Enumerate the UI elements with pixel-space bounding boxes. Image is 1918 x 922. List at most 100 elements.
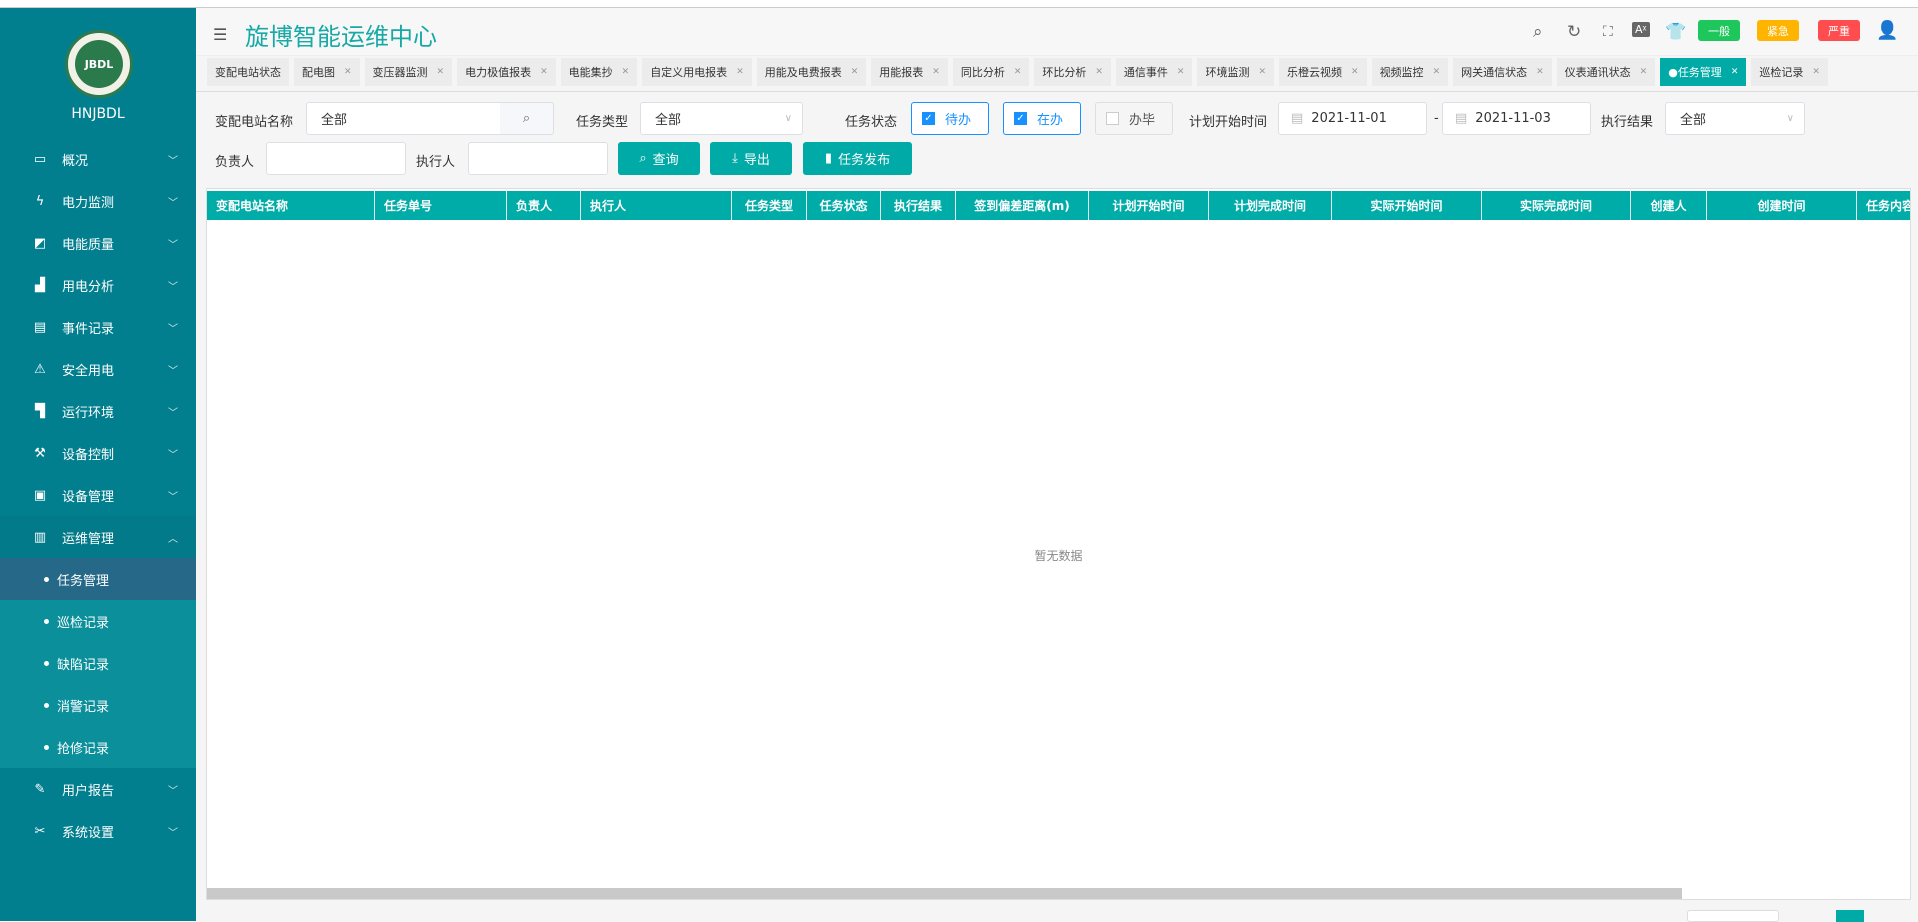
close-icon[interactable]: ✕ <box>1351 67 1359 77</box>
column-header[interactable]: 变配电站名称 <box>207 191 375 220</box>
tab-电能集抄[interactable]: 电能集抄 ✕ <box>560 58 638 86</box>
translate-icon[interactable]: Aᵡ <box>1632 22 1650 37</box>
export-button[interactable]: ⤓ 导出 <box>710 142 792 175</box>
sidebar-item-设备控制[interactable]: ⚒ 设备控制 ﹀ <box>0 432 196 474</box>
sidebar-item-运维管理[interactable]: ▥ 运维管理 ︿ <box>0 516 196 558</box>
tab-用能报表[interactable]: 用能报表 ✕ <box>871 58 948 86</box>
column-header[interactable]: 任务类型 <box>732 191 807 220</box>
sidebar-item-用户报告[interactable]: ✎ 用户报告 ﹀ <box>0 768 196 810</box>
sidebar-item-设备管理[interactable]: ▣ 设备管理 ﹀ <box>0 474 196 516</box>
submenu-item[interactable]: 缺陷记录 <box>0 642 196 684</box>
column-header[interactable]: 计划开始时间 <box>1089 191 1209 220</box>
sidebar-item-用电分析[interactable]: ▟ 用电分析 ﹀ <box>0 264 196 306</box>
tab-自定义用电报表[interactable]: 自定义用电报表 ✕ <box>642 58 752 86</box>
close-icon[interactable]: ✕ <box>1095 67 1103 77</box>
refresh-icon[interactable]: ↻ <box>1567 22 1581 42</box>
date-from-input[interactable]: ▤ 2021-11-01 <box>1278 102 1427 135</box>
column-header[interactable]: 负责人 <box>507 191 581 220</box>
tab-label: 任务管理 <box>1677 66 1722 79</box>
column-header[interactable]: 执行结果 <box>881 191 956 220</box>
date-separator: - <box>1434 111 1439 126</box>
query-button[interactable]: ⌕ 查询 <box>618 142 700 175</box>
close-icon[interactable]: ✕ <box>851 67 859 77</box>
close-icon[interactable]: ✕ <box>540 67 548 77</box>
submenu-item[interactable]: 消警记录 <box>0 684 196 726</box>
tab-通信事件[interactable]: 通信事件 ✕ <box>1115 58 1193 86</box>
submenu-item[interactable]: 巡检记录 <box>0 600 196 642</box>
tab-用能及电费报表[interactable]: 用能及电费报表 ✕ <box>756 58 867 86</box>
sidebar-item-电力监测[interactable]: ϟ 电力监测 ﹀ <box>0 180 196 222</box>
sidebar-item-安全用电[interactable]: ⚠ 安全用电 ﹀ <box>0 348 196 390</box>
user-icon[interactable]: 👤 <box>1876 20 1898 41</box>
top-header: ☰ 旋博智能运维中心 ⌕ ↻ ⛶ Aᵡ 👕 一般 紧急 严重 👤 <box>196 8 1918 56</box>
tab-巡检记录[interactable]: 巡检记录 ✕ <box>1751 58 1828 86</box>
tab-变配电站状态[interactable]: 变配电站状态 <box>207 58 289 86</box>
tab-配电图[interactable]: 配电图 ✕ <box>294 58 360 86</box>
tab-仪表通讯状态[interactable]: 仪表通讯状态 ✕ <box>1556 58 1656 86</box>
column-header[interactable]: 实际完成时间 <box>1482 191 1631 220</box>
column-header[interactable]: 任务单号 <box>375 191 507 220</box>
sidebar-item-电能质量[interactable]: ◩ 电能质量 ﹀ <box>0 222 196 264</box>
tab-变压器监测[interactable]: 变压器监测 ✕ <box>364 58 453 86</box>
type-select[interactable]: 全部 ∨ <box>640 102 803 135</box>
column-header[interactable]: 创建人 <box>1631 191 1707 220</box>
close-icon[interactable]: ✕ <box>1433 67 1441 77</box>
close-icon[interactable]: ✕ <box>437 67 445 77</box>
column-header[interactable]: 任务内容 <box>1857 191 1910 220</box>
badge-normal[interactable]: 一般 <box>1698 20 1740 41</box>
tab-同比分析[interactable]: 同比分析 ✕ <box>952 58 1030 86</box>
close-icon[interactable]: ✕ <box>622 67 630 77</box>
date-to-input[interactable]: ▤ 2021-11-03 <box>1442 102 1591 135</box>
result-select[interactable]: 全部 ∨ <box>1665 102 1805 135</box>
close-icon[interactable]: ✕ <box>1731 67 1739 77</box>
executor-input[interactable] <box>468 142 608 175</box>
hamburger-menu-icon[interactable]: ☰ <box>213 25 227 44</box>
badge-severe[interactable]: 严重 <box>1818 20 1860 41</box>
submenu-item[interactable]: 任务管理 <box>0 558 196 600</box>
brand-name: HNJBDL <box>71 106 125 122</box>
publish-task-button[interactable]: ▮ 任务发布 <box>803 142 912 175</box>
close-icon[interactable]: ✕ <box>1640 67 1648 77</box>
sidebar-item-概况[interactable]: ▭ 概况 ﹀ <box>0 138 196 180</box>
close-icon[interactable]: ✕ <box>932 67 940 77</box>
tab-电力极值报表[interactable]: 电力极值报表 ✕ <box>457 58 556 86</box>
clipboard-icon: ▮ <box>824 151 833 166</box>
badge-urgent[interactable]: 紧急 <box>1757 20 1799 41</box>
page-button-current[interactable] <box>1836 910 1864 922</box>
theme-shirt-icon[interactable]: 👕 <box>1665 22 1686 42</box>
horizontal-scrollbar[interactable] <box>207 888 1682 899</box>
fullscreen-icon[interactable]: ⛶ <box>1603 24 1613 40</box>
status-checkbox-done[interactable]: 办毕 <box>1095 102 1173 135</box>
column-header[interactable]: 实际开始时间 <box>1332 191 1482 220</box>
tab-任务管理[interactable]: ● 任务管理 ✕ <box>1660 58 1747 86</box>
tab-乐橙云视频[interactable]: 乐橙云视频 ✕ <box>1279 58 1367 86</box>
sidebar-item-事件记录[interactable]: ▤ 事件记录 ﹀ <box>0 306 196 348</box>
status-checkbox-inprogress[interactable]: ✓ 在办 <box>1003 102 1081 135</box>
tab-环比分析[interactable]: 环比分析 ✕ <box>1034 58 1111 86</box>
sidebar-item-系统设置[interactable]: ✂ 系统设置 ﹀ <box>0 810 196 852</box>
close-icon[interactable]: ✕ <box>736 67 744 77</box>
column-header[interactable]: 创建时间 <box>1707 191 1857 220</box>
owner-input[interactable] <box>266 142 406 175</box>
close-icon[interactable]: ✕ <box>1258 67 1266 77</box>
close-icon[interactable]: ✕ <box>1812 67 1820 77</box>
station-input[interactable]: 全部 <box>306 102 501 135</box>
search-icon[interactable]: ⌕ <box>1533 22 1543 42</box>
tab-环境监测[interactable]: 环境监测 ✕ <box>1197 58 1275 86</box>
sidebar-item-运行环境[interactable]: ▜ 运行环境 ﹀ <box>0 390 196 432</box>
close-icon[interactable]: ✕ <box>344 67 352 77</box>
close-icon[interactable]: ✕ <box>1014 67 1022 77</box>
column-header[interactable]: 签到偏差距离(m) <box>956 191 1089 220</box>
submenu-item[interactable]: 抢修记录 <box>0 726 196 768</box>
page-size-select[interactable] <box>1687 910 1779 922</box>
column-header[interactable]: 计划完成时间 <box>1209 191 1332 220</box>
column-header[interactable]: 执行人 <box>581 191 732 220</box>
close-icon[interactable]: ✕ <box>1536 67 1544 77</box>
station-search-icon[interactable]: ⌕ <box>500 102 554 135</box>
tab-视频监控[interactable]: 视频监控 ✕ <box>1371 58 1449 86</box>
status-checkbox-todo[interactable]: ✓ 待办 <box>911 102 989 135</box>
column-header[interactable]: 任务状态 <box>807 191 881 220</box>
tab-网关通信状态[interactable]: 网关通信状态 ✕ <box>1453 58 1552 86</box>
close-icon[interactable]: ✕ <box>1177 67 1185 77</box>
chevron-down-icon: ﹀ <box>168 281 178 293</box>
